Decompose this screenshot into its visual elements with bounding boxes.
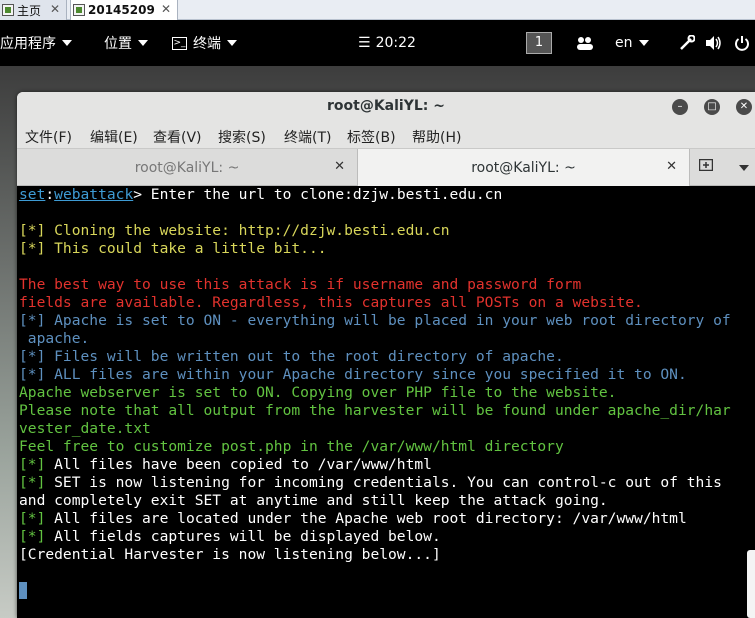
terminal-icon: >_ bbox=[172, 36, 187, 50]
prompt-separator: : bbox=[45, 186, 55, 203]
menu-tabs[interactable]: 标签(B) bbox=[347, 127, 396, 147]
terminal-line: Apache webserver is set to ON. Copying o… bbox=[19, 384, 617, 401]
terminal-line: [*] ALL files are within your Apache dir… bbox=[19, 366, 687, 383]
menu-view[interactable]: 查看(V) bbox=[153, 127, 202, 147]
menu-search[interactable]: 搜索(S) bbox=[218, 127, 266, 147]
window-titlebar[interactable]: root@KaliYL: ~ – □ ✕ bbox=[17, 92, 755, 122]
people-icon[interactable] bbox=[576, 20, 594, 66]
terminal-line: [*] Files will be written out to the roo… bbox=[19, 348, 564, 365]
calendar-icon: ☰ bbox=[358, 35, 371, 51]
host-tab-label: 主页 bbox=[17, 3, 42, 18]
menu-help[interactable]: 帮助(H) bbox=[412, 127, 461, 147]
terminal-line: [*] All files have been copied to /var/w… bbox=[19, 456, 755, 474]
terminal-line-cursor bbox=[19, 582, 755, 600]
tools-icon[interactable] bbox=[679, 20, 695, 66]
menu-terminal[interactable]: 终端(T) bbox=[284, 127, 331, 147]
gnome-top-bar: 应用程序 位置 >_ 终端 ☰ 20:22 1 en bbox=[0, 20, 755, 66]
terminal-line: set:webattack> Enter the url to clone:dz… bbox=[19, 186, 755, 204]
tab-label: root@KaliYL: ~ bbox=[471, 159, 576, 176]
terminal-line: fields are available. Regardless, this c… bbox=[19, 294, 643, 311]
terminal-window: root@KaliYL: ~ – □ ✕ 文件(F) 编辑(E) 查看(V) 搜… bbox=[17, 92, 755, 618]
clock[interactable]: ☰ 20:22 bbox=[358, 20, 416, 66]
close-icon[interactable]: ✕ bbox=[161, 2, 171, 16]
menu-file[interactable]: 文件(F) bbox=[25, 127, 72, 147]
power-icon[interactable] bbox=[734, 20, 750, 66]
menu-bar: 文件(F) 编辑(E) 查看(V) 搜索(S) 终端(T) 标签(B) 帮助(H… bbox=[17, 122, 755, 148]
terminal-line: [*] All files are located under the Apac… bbox=[19, 510, 755, 528]
window-title: root@KaliYL: ~ bbox=[327, 98, 445, 114]
host-tab-label: 20145209 bbox=[88, 3, 155, 17]
applications-menu[interactable]: 应用程序 bbox=[0, 20, 72, 66]
power-button-icon bbox=[735, 36, 749, 51]
tab-terminal-2[interactable]: root@KaliYL: ~ ✕ bbox=[357, 149, 690, 186]
tab-label: root@KaliYL: ~ bbox=[134, 159, 240, 176]
workspace-indicator[interactable]: 1 bbox=[526, 20, 552, 66]
close-icon[interactable]: ✕ bbox=[666, 159, 677, 174]
volume-icon[interactable] bbox=[705, 20, 723, 66]
terminal-line: [*] Cloning the website: http://dzjw.bes… bbox=[19, 222, 450, 239]
close-button[interactable]: ✕ bbox=[736, 99, 752, 115]
new-tab-button[interactable] bbox=[697, 158, 715, 176]
minimize-button[interactable]: – bbox=[672, 99, 688, 115]
text-cursor bbox=[19, 582, 27, 599]
applications-label: 应用程序 bbox=[0, 36, 56, 52]
terminal-scrollbar[interactable] bbox=[747, 550, 755, 618]
clock-time: 20:22 bbox=[375, 35, 416, 51]
workspace-number: 1 bbox=[526, 32, 552, 54]
vm-icon bbox=[73, 4, 85, 16]
terminal-output[interactable]: set:webattack> Enter the url to clone:dz… bbox=[17, 186, 755, 618]
prompt-module: webattack bbox=[54, 186, 134, 203]
maximize-button[interactable]: □ bbox=[704, 99, 720, 115]
tab-terminal-1[interactable]: root@KaliYL: ~ ✕ bbox=[17, 149, 357, 186]
line-text: All files are located under the Apache w… bbox=[45, 510, 687, 527]
status-tag: [*] bbox=[19, 474, 46, 491]
users-icon bbox=[577, 37, 593, 50]
language-label: en bbox=[615, 35, 633, 51]
status-tag: [*] bbox=[19, 456, 46, 473]
terminal-line: Feel free to customize post.php in the /… bbox=[19, 438, 564, 455]
terminal-line: apache. bbox=[19, 330, 90, 347]
prompt-set: set bbox=[19, 186, 46, 203]
speaker-icon bbox=[706, 36, 721, 50]
terminal-line: and completely exit SET at anytime and s… bbox=[19, 492, 608, 509]
terminal-tab-bar: root@KaliYL: ~ ✕ root@KaliYL: ~ ✕ bbox=[17, 148, 755, 186]
terminal-line: vester_date.txt bbox=[19, 420, 151, 437]
language-menu[interactable]: en bbox=[615, 20, 649, 66]
prompt-text: > Enter the url to clone:dzjw.besti.edu.… bbox=[133, 186, 503, 203]
close-icon[interactable]: ✕ bbox=[50, 2, 60, 16]
terminal-line: [*] Apache is set to ON - everything wil… bbox=[19, 312, 731, 329]
tab-list-chevron-icon[interactable] bbox=[739, 165, 749, 171]
menu-edit[interactable]: 编辑(E) bbox=[90, 127, 138, 147]
terminal-line: [*] All fields captures will be displaye… bbox=[19, 528, 755, 546]
chevron-down-icon bbox=[62, 40, 72, 46]
terminal-line: The best way to use this attack is if us… bbox=[19, 276, 582, 293]
host-tab-vm[interactable]: 20145209 ✕ bbox=[70, 0, 178, 20]
close-icon[interactable]: ✕ bbox=[334, 159, 345, 174]
terminal-line: [Credential Harvester is now listening b… bbox=[19, 546, 441, 563]
line-text: All fields captures will be displayed be… bbox=[45, 528, 441, 545]
chevron-down-icon bbox=[638, 40, 649, 46]
terminal-line: Please note that all output from the har… bbox=[19, 402, 731, 419]
terminal-line: [*] SET is now listening for incoming cr… bbox=[19, 474, 755, 492]
host-tab-home[interactable]: 主页 ✕ bbox=[0, 0, 67, 20]
chevron-down-icon bbox=[138, 40, 148, 46]
status-tag: [*] bbox=[19, 510, 46, 527]
places-label: 位置 bbox=[104, 36, 132, 52]
chevron-down-icon bbox=[227, 40, 237, 46]
home-icon bbox=[2, 4, 14, 16]
terminal-app-menu[interactable]: >_ 终端 bbox=[172, 20, 237, 66]
terminal-line: [*] This could take a little bit... bbox=[19, 240, 327, 257]
status-tag: [*] bbox=[19, 528, 46, 545]
new-tab-icon bbox=[698, 158, 714, 172]
host-tab-strip: 主页 ✕ 20145209 ✕ bbox=[0, 0, 755, 20]
line-text: All files have been copied to /var/www/h… bbox=[45, 456, 432, 473]
wrench-icon bbox=[680, 35, 695, 50]
line-text: SET is now listening for incoming creden… bbox=[45, 474, 722, 491]
places-menu[interactable]: 位置 bbox=[104, 20, 148, 66]
terminal-label: 终端 bbox=[193, 36, 221, 52]
